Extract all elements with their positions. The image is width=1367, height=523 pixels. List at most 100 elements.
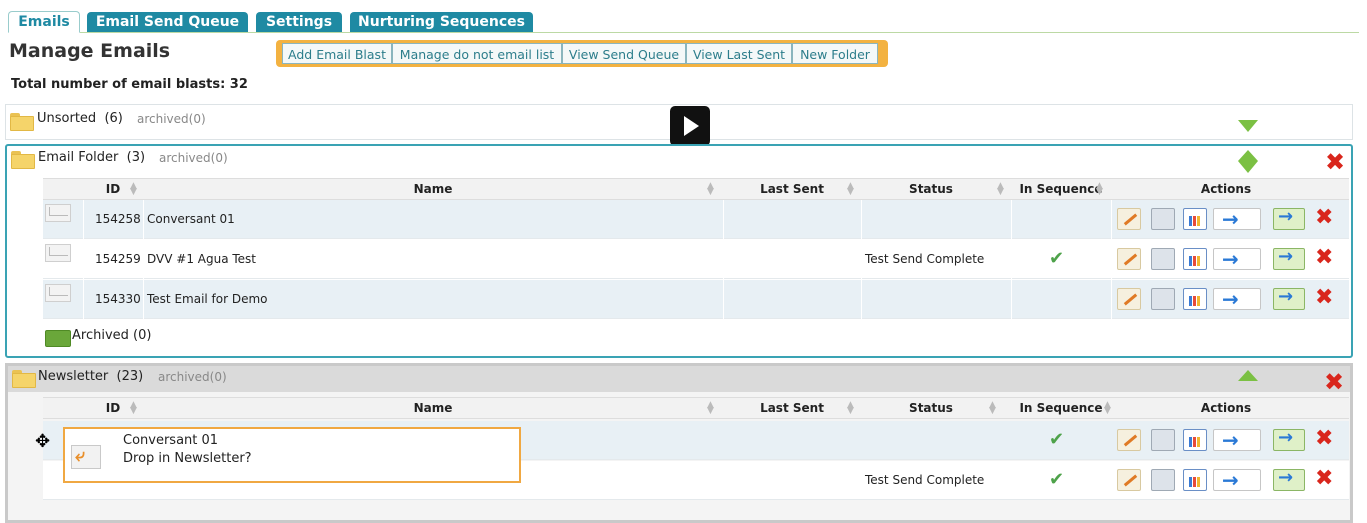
move-up-icon[interactable] [1238, 150, 1258, 161]
sort-icon[interactable]: ▲ ▼ [989, 401, 996, 416]
col-actions: Actions [1200, 401, 1252, 415]
tab-email-send-queue[interactable]: Email Send Queue [87, 12, 248, 32]
report-icon[interactable] [1183, 248, 1207, 270]
table-row[interactable]: 154259 DVV #1 Agua Test Test Send Comple… [43, 240, 1349, 279]
tab-emails[interactable]: Emails [8, 11, 80, 33]
print-icon[interactable] [1151, 469, 1175, 491]
col-sep [1111, 200, 1112, 320]
tab-settings[interactable]: Settings [256, 12, 342, 32]
drag-tooltip: Conversant 01 Drop in Newsletter? [63, 427, 521, 483]
sort-icon[interactable]: ▲ ▼ [847, 401, 854, 416]
move-cursor-icon: ✥ [35, 431, 51, 452]
archived-link[interactable]: archived(0) [137, 112, 206, 126]
print-icon[interactable] [1151, 248, 1175, 270]
cell-name[interactable]: DVV #1 Agua Test [147, 240, 256, 278]
col-sep [83, 200, 84, 320]
delete-icon[interactable]: ✖ [1315, 468, 1339, 490]
expand-down-icon[interactable] [1238, 120, 1258, 132]
cell-id: 154259 [95, 252, 141, 266]
sort-icon[interactable]: ▲ ▼ [707, 401, 714, 416]
cell-id: 154258 [95, 212, 141, 226]
archived-link[interactable]: archived(0) [158, 370, 227, 384]
archived-toggle[interactable]: Archived (0) [72, 328, 151, 343]
folder-name[interactable]: Email Folder (3) [38, 150, 145, 165]
page-title: Manage Emails [9, 40, 171, 62]
manage-do-not-email-button[interactable]: Manage do not email list [392, 43, 562, 64]
delete-icon[interactable]: ✖ [1315, 287, 1339, 309]
send-icon[interactable] [1213, 207, 1261, 231]
delete-icon[interactable]: ✖ [1315, 247, 1339, 269]
cell-id: 154330 [95, 292, 141, 306]
cell-status: Test Send Complete [865, 252, 985, 266]
folder-name[interactable]: Unsorted (6) [37, 111, 123, 126]
table-header: ID ▲ ▼ Name ▲ ▼ Last Sent ▲ ▼ Status ▲ ▼ In … [43, 397, 1349, 419]
report-icon[interactable] [1183, 288, 1207, 310]
move-icon[interactable] [1273, 286, 1305, 310]
table-row[interactable]: 154330 Test Email for Demo ✖ [43, 280, 1349, 319]
sort-icon[interactable]: ▲ ▼ [997, 182, 1004, 197]
col-last-sent[interactable]: Last Sent [723, 179, 861, 199]
table-header: ID ▲ ▼ Name ▲ ▼ Last Sent ▲ ▼ Status ▲ ▼ In … [43, 178, 1349, 200]
cell-name[interactable]: Test Email for Demo [147, 280, 268, 318]
add-email-blast-button[interactable]: Add Email Blast [282, 43, 392, 64]
delete-icon[interactable]: ✖ [1315, 207, 1339, 229]
total-count: Total number of email blasts: 32 [11, 77, 248, 92]
move-icon[interactable] [1273, 246, 1305, 270]
edit-icon[interactable] [1117, 248, 1141, 270]
check-icon: ✔ [1049, 248, 1065, 269]
sort-icon[interactable]: ▲ ▼ [707, 182, 714, 197]
print-icon[interactable] [1151, 288, 1175, 310]
edit-icon[interactable] [1117, 429, 1141, 451]
move-icon[interactable] [1273, 467, 1305, 491]
table-row[interactable]: 154258 Conversant 01 ✖ [43, 200, 1349, 239]
sort-icon[interactable]: ▲ ▼ [130, 401, 137, 416]
col-sep [861, 200, 862, 320]
cell-name[interactable]: Conversant 01 [147, 200, 235, 238]
delete-folder-icon[interactable]: ✖ [1324, 370, 1344, 394]
col-name[interactable]: Name [143, 179, 723, 199]
edit-icon[interactable] [1117, 469, 1141, 491]
edit-icon[interactable] [1117, 208, 1141, 230]
archived-link[interactable]: archived(0) [159, 151, 228, 165]
report-icon[interactable] [1183, 429, 1207, 451]
play-video-icon[interactable] [670, 106, 710, 146]
sort-icon[interactable]: ▲ ▼ [847, 182, 854, 197]
delete-folder-icon[interactable]: ✖ [1325, 150, 1345, 174]
move-up-icon[interactable] [1238, 370, 1258, 381]
col-status[interactable]: Status [861, 179, 1001, 199]
report-icon[interactable] [1183, 469, 1207, 491]
tab-underline [80, 32, 1359, 33]
new-folder-button[interactable]: New Folder [792, 43, 878, 64]
tab-nurturing-sequences[interactable]: Nurturing Sequences [350, 12, 533, 32]
folder-icon [12, 370, 36, 388]
archive-folder-icon [45, 330, 71, 347]
report-icon[interactable] [1183, 208, 1207, 230]
check-icon: ✔ [1049, 469, 1065, 490]
sort-icon[interactable]: ▲ ▼ [1096, 182, 1103, 197]
col-sep [143, 200, 144, 320]
send-icon[interactable] [1213, 468, 1261, 492]
send-icon[interactable] [1213, 287, 1261, 311]
email-icon [45, 284, 71, 302]
col-status[interactable]: Status [861, 398, 1001, 418]
view-send-queue-button[interactable]: View Send Queue [562, 43, 686, 64]
folder-icon [10, 113, 34, 131]
move-icon[interactable] [1273, 206, 1305, 230]
col-in-sequence[interactable]: In Sequence [1011, 398, 1111, 418]
move-down-icon[interactable] [1238, 161, 1258, 173]
send-icon[interactable] [1213, 247, 1261, 271]
view-last-sent-button[interactable]: View Last Sent [686, 43, 792, 64]
folder-icon [11, 151, 35, 169]
edit-icon[interactable] [1117, 288, 1141, 310]
print-icon[interactable] [1151, 208, 1175, 230]
delete-icon[interactable]: ✖ [1315, 428, 1339, 450]
col-last-sent[interactable]: Last Sent [723, 398, 861, 418]
folder-name[interactable]: Newsletter (23) [38, 369, 143, 384]
sort-icon[interactable]: ▲ ▼ [1104, 401, 1111, 416]
col-sep [1011, 200, 1012, 320]
print-icon[interactable] [1151, 429, 1175, 451]
sort-icon[interactable]: ▲ ▼ [130, 182, 137, 197]
send-icon[interactable] [1213, 428, 1261, 452]
move-icon[interactable] [1273, 427, 1305, 451]
col-name[interactable]: Name [143, 398, 723, 418]
